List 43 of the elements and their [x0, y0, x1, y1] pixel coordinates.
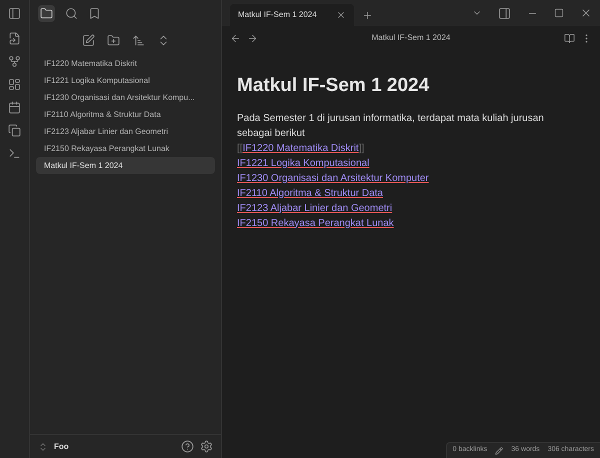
graph-icon[interactable] [8, 55, 21, 68]
close-window-icon[interactable] [580, 7, 592, 19]
edit-mode-icon[interactable] [495, 446, 504, 454]
file-item[interactable]: IF1221 Logika Komputasional [36, 72, 215, 89]
close-icon[interactable] [336, 10, 346, 20]
maximize-icon[interactable] [554, 8, 564, 18]
canvas-icon[interactable] [8, 78, 21, 91]
new-tab-icon[interactable] [362, 10, 373, 20]
file-item[interactable]: IF1220 Matematika Diskrit [36, 55, 215, 72]
right-sidebar-icon[interactable] [498, 6, 511, 20]
settings-icon[interactable] [200, 440, 213, 453]
file-item[interactable]: Matkul IF-Sem 1 2024 [36, 157, 215, 174]
file-item[interactable]: IF2110 Algoritma & Struktur Data [36, 106, 215, 123]
note-paragraph: Pada Semester 1 di jurusan informatika, terdapat mata kuliah jurusan sebagai berikut [237, 112, 545, 140]
note-link[interactable]: IF1230 Organisasi dan Arsitektur Komputer [237, 170, 429, 186]
back-icon[interactable] [230, 32, 241, 44]
calendar-icon[interactable] [8, 101, 21, 114]
note-link[interactable]: IF1221 Logika Komputasional [237, 156, 370, 170]
vault-switch-icon[interactable] [38, 442, 48, 452]
note-link[interactable]: IF1220 Matematika Diskrit [242, 140, 359, 156]
link-bracket: ]] [358, 142, 364, 156]
sidebar-toggle-icon[interactable] [8, 6, 21, 20]
sort-icon[interactable] [132, 34, 144, 47]
file-item[interactable]: IF2123 Aljabar Linier dan Geometri [36, 123, 215, 140]
files-tab[interactable] [38, 4, 55, 22]
note-tab[interactable]: Matkul IF-Sem 1 2024 [230, 4, 354, 26]
note-link[interactable]: IF2150 Rekayasa Perangkat Lunak [237, 216, 394, 230]
help-icon[interactable] [181, 440, 194, 453]
new-note-icon[interactable] [82, 34, 94, 47]
note-title: Matkul IF-Sem 1 2024 [237, 74, 430, 98]
note-link[interactable]: IF2123 Aljabar Linier dan Geometri [237, 200, 392, 216]
search-icon[interactable] [65, 6, 78, 20]
terminal-icon[interactable] [8, 147, 21, 160]
reading-view-icon[interactable] [564, 32, 575, 44]
link-bracket: [[ [237, 142, 243, 156]
vault-name[interactable]: Foo [54, 440, 69, 452]
file-item[interactable]: IF1230 Organisasi dan Arsitektur Kompu... [36, 89, 215, 106]
bookmark-icon[interactable] [88, 6, 101, 20]
note-link[interactable]: IF2110 Algoritma & Struktur Data [237, 186, 383, 200]
forward-icon[interactable] [247, 32, 258, 44]
new-folder-icon[interactable] [106, 34, 120, 47]
file-item[interactable]: IF2150 Rekayasa Perangkat Lunak [36, 140, 215, 157]
breadcrumb: Matkul IF-Sem 1 2024 [372, 32, 450, 44]
